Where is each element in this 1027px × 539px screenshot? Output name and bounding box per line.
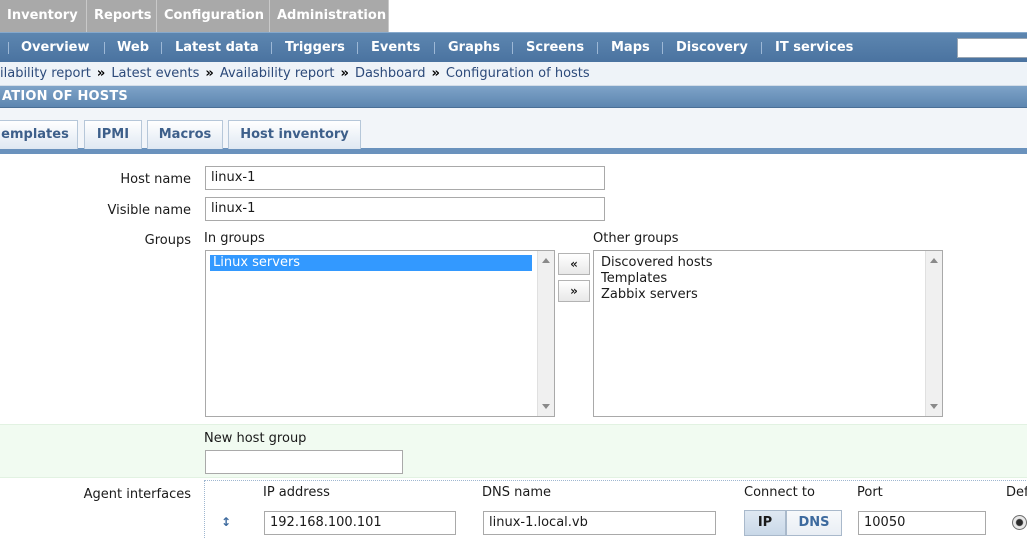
top-menu-configuration[interactable]: Configuration [157, 0, 270, 32]
nav-overview[interactable]: Overview [21, 33, 90, 63]
in-groups-option[interactable]: Linux servers [210, 255, 532, 271]
breadcrumb-link[interactable]: ilability report [0, 66, 91, 81]
tab-host-inventory[interactable]: Host inventory [228, 120, 361, 149]
nav-separator [434, 42, 435, 54]
nav-web[interactable]: Web [117, 33, 149, 63]
breadcrumb-separator: » [431, 66, 440, 81]
ip-address-header: IP address [263, 485, 330, 500]
dns-name-header: DNS name [482, 485, 551, 500]
scrollbar[interactable] [925, 251, 942, 416]
breadcrumb: ilability report » Latest events » Availabil… [0, 62, 1027, 86]
new-host-group-label: New host group [204, 431, 307, 446]
connect-ip-button[interactable]: IP [744, 510, 786, 536]
ip-address-field[interactable]: 192.168.100.101 [264, 511, 456, 535]
other-groups-option[interactable]: Zabbix servers [598, 287, 698, 303]
main-nav: Overview Web Latest data Triggers Events… [0, 32, 1027, 62]
nav-screens[interactable]: Screens [526, 33, 584, 63]
breadcrumb-separator: » [340, 66, 349, 81]
connect-dns-button[interactable]: DNS [786, 510, 842, 536]
scroll-down-icon[interactable] [930, 404, 938, 409]
breadcrumb-separator: » [205, 66, 214, 81]
in-groups-list[interactable]: Linux servers [205, 250, 555, 417]
remove-from-groups-button[interactable]: » [558, 280, 590, 302]
nav-separator [597, 42, 598, 54]
other-groups-label: Other groups [593, 231, 679, 246]
tab-strip: emplates IPMI Macros Host inventory [0, 108, 1027, 154]
default-header: Def [1006, 485, 1027, 500]
other-groups-option[interactable]: Templates [598, 271, 667, 287]
top-menu: Inventory Reports Configuration Administ… [0, 0, 1027, 32]
page-title: ATION OF HOSTS [0, 86, 1027, 108]
nav-events[interactable]: Events [371, 33, 420, 63]
port-field[interactable]: 10050 [858, 511, 986, 535]
agent-interfaces-label: Agent interfaces [83, 487, 191, 502]
top-menu-reports[interactable]: Reports [87, 0, 157, 32]
top-menu-administration[interactable]: Administration [270, 0, 389, 32]
nav-separator [662, 42, 663, 54]
other-groups-list[interactable]: Discovered hosts Templates Zabbix server… [593, 250, 943, 417]
tab-macros[interactable]: Macros [147, 120, 223, 149]
nav-it-services[interactable]: IT services [775, 33, 853, 63]
new-host-group-row [0, 424, 1027, 478]
visible-name-label: Visible name [107, 203, 191, 218]
scrollbar[interactable] [537, 251, 554, 416]
other-groups-option[interactable]: Discovered hosts [598, 255, 712, 271]
nav-separator [271, 42, 272, 54]
top-menu-inventory[interactable]: Inventory [0, 0, 87, 32]
nav-maps[interactable]: Maps [611, 33, 650, 63]
search-input[interactable] [957, 38, 1027, 58]
new-host-group-field[interactable] [205, 450, 403, 474]
connect-to-header: Connect to [744, 485, 815, 500]
default-interface-radio[interactable] [1012, 515, 1027, 530]
breadcrumb-link[interactable]: Configuration of hosts [446, 66, 590, 81]
nav-triggers[interactable]: Triggers [285, 33, 345, 63]
breadcrumb-link[interactable]: Latest events [111, 66, 199, 81]
add-to-groups-button[interactable]: « [558, 253, 590, 275]
nav-separator [104, 42, 105, 54]
nav-separator [761, 42, 762, 54]
nav-graphs[interactable]: Graphs [448, 33, 500, 63]
breadcrumb-separator: » [96, 66, 106, 81]
visible-name-field[interactable]: linux-1 [205, 197, 605, 221]
nav-separator [8, 42, 9, 54]
scroll-up-icon[interactable] [930, 258, 938, 263]
dns-name-field[interactable]: linux-1.local.vb [483, 511, 716, 535]
tab-templates[interactable]: emplates [0, 120, 78, 149]
nav-separator [512, 42, 513, 54]
nav-discovery[interactable]: Discovery [676, 33, 748, 63]
breadcrumb-link[interactable]: Dashboard [355, 66, 426, 81]
in-groups-label: In groups [204, 231, 265, 246]
scroll-down-icon[interactable] [542, 404, 550, 409]
host-name-field[interactable]: linux-1 [205, 166, 605, 190]
nav-latest-data[interactable]: Latest data [175, 33, 259, 63]
nav-separator [357, 42, 358, 54]
scroll-up-icon[interactable] [542, 258, 550, 263]
groups-label: Groups [144, 233, 191, 248]
breadcrumb-link[interactable]: Availability report [220, 66, 335, 81]
tab-ipmi[interactable]: IPMI [84, 120, 142, 149]
nav-separator [161, 42, 162, 54]
host-name-label: Host name [120, 172, 191, 187]
port-header: Port [857, 485, 883, 500]
drag-handle-icon[interactable]: ↕ [220, 514, 232, 530]
